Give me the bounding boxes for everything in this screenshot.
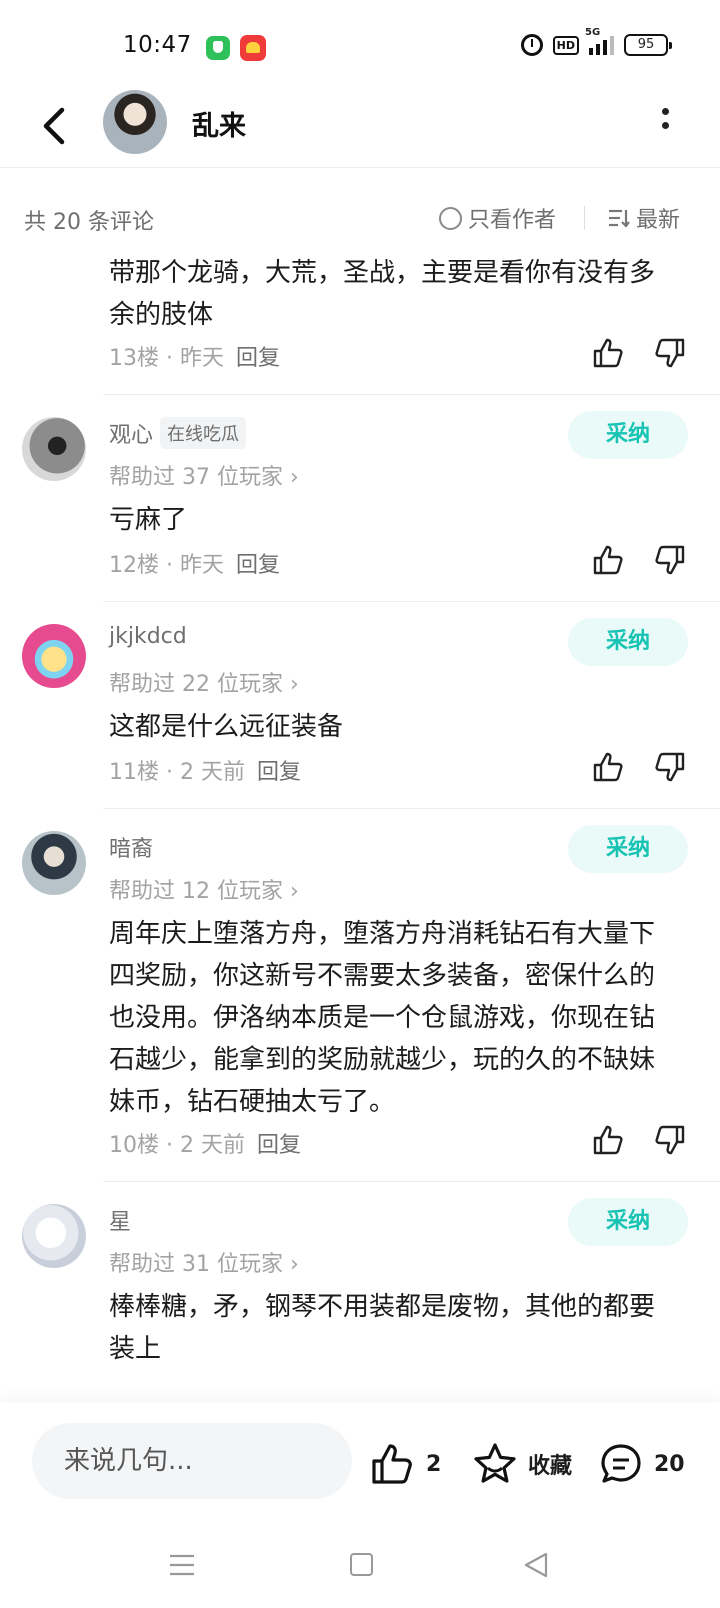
- comment-item: 暗裔 帮助过 12 位玩家 › 采纳 周年庆上堕落方舟，堕落方舟消耗钻石有大量下…: [0, 809, 720, 1182]
- security-app-icon: [206, 36, 230, 60]
- helped-count[interactable]: 帮助过 12 位玩家 ›: [109, 873, 299, 905]
- thumbs-up-icon: [372, 1444, 412, 1484]
- header: 乱来: [0, 90, 720, 168]
- comment-meta: 10楼 · 2 天前 回复: [109, 1127, 301, 1159]
- comment-count-total: 20: [654, 1451, 685, 1477]
- helped-count[interactable]: 帮助过 31 位玩家 ›: [109, 1246, 299, 1278]
- comment-text: 周年庆上堕落方舟，堕落方舟消耗钻石有大量下四奖励，你这新号不需要太多装备，密保什…: [109, 919, 656, 1117]
- comment-text: 带那个龙骑，大荒，圣战，主要是看你有没有多余的肢体: [109, 258, 656, 330]
- comment-list[interactable]: 带那个龙骑，大荒，圣战，主要是看你有没有多余的肢体 13楼 · 昨天 回复 观心…: [0, 248, 720, 1403]
- comment-bubble-icon: [601, 1444, 641, 1483]
- comment-item: jkjkdcd 帮助过 22 位玩家 › 采纳 这都是什么远征装备 11楼 · …: [0, 602, 720, 809]
- recent-apps-icon[interactable]: [169, 1553, 195, 1577]
- helped-count[interactable]: 帮助过 22 位玩家 ›: [109, 666, 299, 698]
- adopt-button[interactable]: 采纳: [568, 618, 688, 666]
- comment-floor: 10楼 · 2 天前: [109, 1133, 245, 1158]
- comments-button[interactable]: 20: [598, 1441, 685, 1487]
- like-post-button[interactable]: 2: [370, 1441, 441, 1487]
- signal-icon: 5G: [585, 27, 614, 55]
- home-icon[interactable]: [350, 1553, 373, 1576]
- reply-button[interactable]: 回复: [257, 1127, 301, 1159]
- user-avatar[interactable]: [22, 417, 86, 481]
- thumbs-down-icon[interactable]: [652, 1123, 686, 1157]
- thumbs-up-icon[interactable]: [592, 336, 626, 370]
- bottom-action-bar: 来说几句... 2 收藏 20: [0, 1403, 720, 1521]
- user-tag: 在线吃瓜: [160, 417, 246, 449]
- reply-button[interactable]: 回复: [236, 340, 280, 372]
- thumbs-down-icon[interactable]: [652, 750, 686, 784]
- comment-input[interactable]: 来说几句...: [32, 1423, 352, 1499]
- comment-text: 棒棒糖，矛，钢琴不用装都是废物，其他的都要装上: [109, 1292, 656, 1364]
- status-time: 10:47: [123, 32, 192, 58]
- more-options-icon[interactable]: [660, 108, 670, 138]
- author-avatar[interactable]: [103, 90, 167, 154]
- comment-meta: 12楼 · 昨天 回复: [109, 547, 280, 579]
- gift-app-icon: [240, 35, 266, 61]
- thumbs-up-icon[interactable]: [592, 750, 626, 784]
- only-author-label: 只看作者: [468, 208, 557, 233]
- user-name[interactable]: 星: [109, 1204, 131, 1236]
- helped-count[interactable]: 帮助过 37 位玩家 ›: [109, 459, 299, 491]
- user-avatar[interactable]: [22, 1204, 86, 1268]
- thumbs-up-icon[interactable]: [592, 1123, 626, 1157]
- comment-floor: 11楼 · 2 天前: [109, 760, 245, 785]
- comment-meta: 13楼 · 昨天 回复: [109, 340, 280, 372]
- comment-item: 带那个龙骑，大荒，圣战，主要是看你有没有多余的肢体 13楼 · 昨天 回复: [0, 248, 720, 395]
- thumbs-down-icon[interactable]: [652, 336, 686, 370]
- thumbs-down-icon[interactable]: [652, 543, 686, 577]
- user-name[interactable]: 暗裔: [109, 831, 153, 863]
- filter-divider: [584, 206, 585, 230]
- alarm-icon: [520, 34, 543, 56]
- reply-button[interactable]: 回复: [257, 754, 301, 786]
- user-avatar[interactable]: [22, 624, 86, 688]
- comment-filter-bar: 共 20 条评论 只看作者 最新: [0, 168, 720, 248]
- star-icon: [474, 1443, 516, 1483]
- status-indicators: HD 5G 95: [520, 27, 672, 56]
- user-avatar[interactable]: [22, 831, 86, 895]
- author-name[interactable]: 乱来: [192, 104, 246, 143]
- only-author-toggle[interactable]: 只看作者: [439, 202, 556, 234]
- back-arrow-icon[interactable]: [40, 106, 70, 146]
- battery-icon: 95: [624, 34, 672, 56]
- adopt-button[interactable]: 采纳: [568, 825, 688, 873]
- sort-icon: [609, 209, 630, 228]
- reply-button[interactable]: 回复: [236, 547, 280, 579]
- comment-count: 共 20 条评论: [24, 210, 154, 235]
- radio-circle-icon: [439, 206, 462, 230]
- comment-floor: 12楼 · 昨天: [109, 553, 224, 578]
- sort-latest-button[interactable]: 最新: [608, 202, 680, 234]
- comment-text: 亏麻了: [109, 505, 188, 535]
- user-name[interactable]: 观心: [109, 417, 153, 449]
- comment-floor: 13楼 · 昨天: [109, 346, 224, 371]
- comment-meta: 11楼 · 2 天前 回复: [109, 754, 301, 786]
- favorite-label: 收藏: [528, 1454, 573, 1479]
- nav-back-icon[interactable]: [523, 1551, 549, 1579]
- comment-text: 这都是什么远征装备: [109, 712, 344, 742]
- adopt-button[interactable]: 采纳: [568, 1198, 688, 1246]
- comment-item: 星 帮助过 31 位玩家 › 采纳 棒棒糖，矛，钢琴不用装都是废物，其他的都要装…: [0, 1182, 720, 1403]
- thumbs-up-icon[interactable]: [592, 543, 626, 577]
- hd-icon: HD: [552, 35, 579, 55]
- like-count: 2: [426, 1451, 442, 1477]
- system-nav-bar: [0, 1521, 720, 1608]
- network-type: 5G: [585, 27, 601, 38]
- sort-label: 最新: [636, 208, 681, 233]
- adopt-button[interactable]: 采纳: [568, 411, 688, 459]
- favorite-button[interactable]: 收藏: [472, 1441, 572, 1487]
- user-name[interactable]: jkjkdcd: [109, 624, 187, 649]
- comment-item: 观心 在线吃瓜 帮助过 37 位玩家 › 采纳 亏麻了 12楼 · 昨天 回复: [0, 395, 720, 602]
- status-bar: 10:47 HD 5G 95: [0, 0, 720, 90]
